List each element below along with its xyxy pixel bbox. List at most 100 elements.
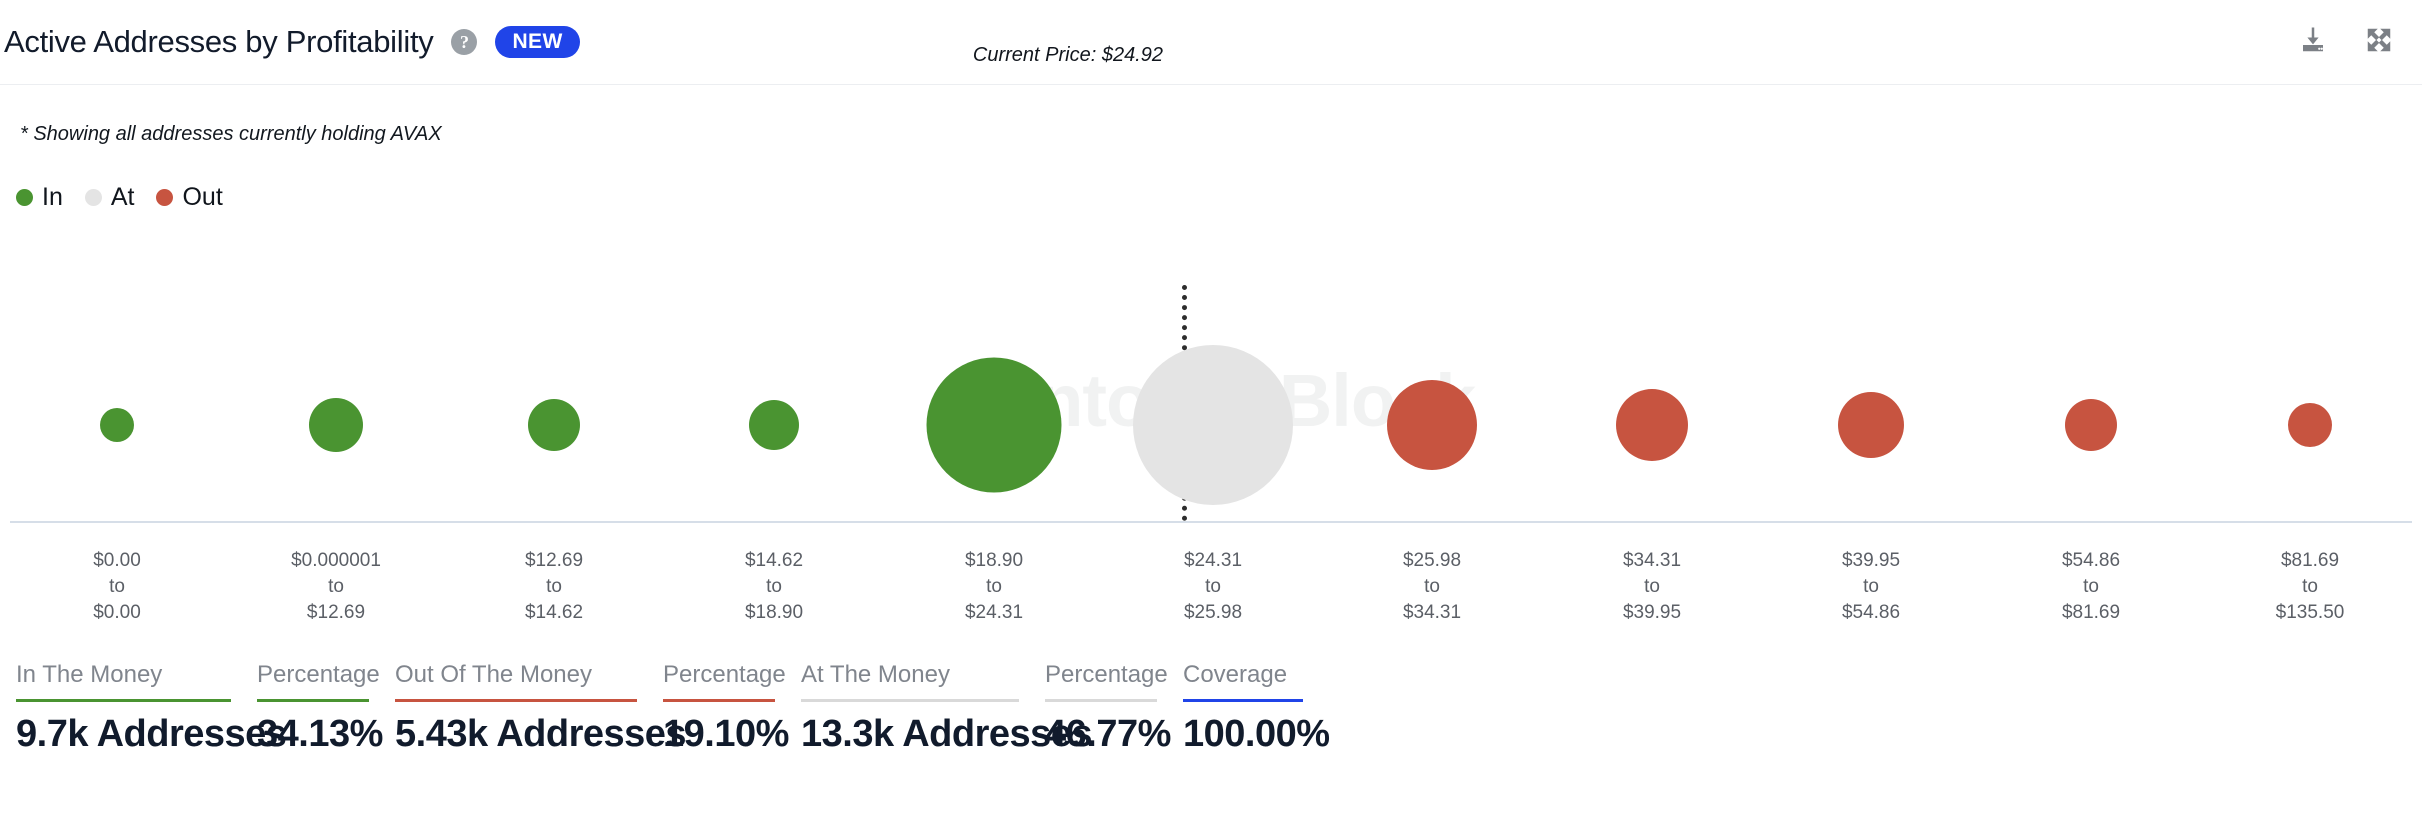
stat-underline [16,699,231,702]
stat-underline [1045,699,1157,702]
stat-underline [257,699,369,702]
x-tick-from: $0.000001 [291,548,381,574]
x-axis-tick-2: $12.69to$14.62 [525,548,583,625]
stat-label: Percentage [257,660,369,690]
stat-card-5: Percentage46.77% [1033,660,1171,756]
legend-item-out[interactable]: Out [156,185,222,210]
chart-legend: In At Out [16,185,245,210]
stat-card-4: At The Money 13.3k Addresses [789,660,1033,756]
x-tick-sep: to [1842,574,1900,600]
bubble-out-6[interactable] [1387,380,1477,470]
stat-underline [801,699,1019,702]
x-tick-sep: to [2062,574,2120,600]
x-tick-from: $39.95 [1842,548,1900,574]
x-tick-to: $39.95 [1623,600,1681,626]
stat-card-0: In The Money 9.7k Addresses [4,660,245,756]
x-axis-tick-10: $81.69to$135.50 [2276,548,2345,625]
x-tick-to: $81.69 [2062,600,2120,626]
stat-value: 34.13% [257,714,369,756]
chart-note: * Showing all addresses currently holdin… [20,123,442,146]
stat-value: 9.7k Addresses [16,714,231,756]
x-axis-tick-9: $54.86to$81.69 [2062,548,2120,625]
stat-label: Coverage [1183,660,1303,690]
x-tick-to: $135.50 [2276,600,2345,626]
bubble-out-10[interactable] [2288,403,2332,447]
x-tick-sep: to [2276,574,2345,600]
stat-card-2: Out Of The Money5.43k Addresses [383,660,651,756]
summary-stats: In The Money 9.7k Addresses Percentage 34.1… [0,660,2422,756]
x-tick-from: $0.00 [93,548,141,574]
x-tick-to: $24.31 [965,600,1023,626]
status-badge: NEW [495,26,579,58]
x-tick-sep: to [1184,574,1242,600]
stat-underline [395,699,637,702]
bubble-out-9[interactable] [2065,399,2117,451]
x-tick-to: $0.00 [93,600,141,626]
bubble-out-7[interactable] [1616,389,1688,461]
x-tick-from: $12.69 [525,548,583,574]
legend-dot-out [156,189,173,206]
x-axis-tick-8: $39.95to$54.86 [1842,548,1900,625]
legend-label-out: Out [182,185,222,210]
legend-dot-in [16,189,33,206]
x-tick-sep: to [291,574,381,600]
x-tick-from: $24.31 [1184,548,1242,574]
x-tick-from: $18.90 [965,548,1023,574]
x-tick-sep: to [1623,574,1681,600]
stat-label: Out Of The Money [395,660,637,690]
stat-card-3: Percentage 19.10% [651,660,789,756]
page-title: Active Addresses by Profitability [4,24,433,60]
stat-underline [1183,699,1303,702]
x-axis-labels: $0.00to$0.00$0.000001to$12.69$12.69to$14… [0,548,2422,616]
x-axis-tick-6: $25.98to$34.31 [1403,548,1461,625]
x-tick-to: $12.69 [291,600,381,626]
x-tick-from: $34.31 [1623,548,1681,574]
x-axis-line [10,521,2412,523]
panel-header: Active Addresses by Profitability ? NEW [0,0,2422,85]
x-tick-sep: to [965,574,1023,600]
bubble-at-5[interactable] [1133,345,1293,505]
legend-label-in: In [42,185,63,210]
x-tick-from: $54.86 [2062,548,2120,574]
x-axis-tick-1: $0.000001to$12.69 [291,548,381,625]
legend-dot-at [85,189,102,206]
download-icon[interactable] [2298,25,2328,60]
stat-underline [663,699,775,702]
x-tick-sep: to [93,574,141,600]
stat-value: 19.10% [663,714,775,756]
legend-item-at[interactable]: At [85,185,135,210]
stat-value: 100.00% [1183,714,1303,756]
bubble-in-4[interactable] [927,358,1062,493]
x-axis-tick-3: $14.62to$18.90 [745,548,803,625]
legend-label-at: At [111,185,135,210]
x-tick-to: $14.62 [525,600,583,626]
x-tick-from: $25.98 [1403,548,1461,574]
bubble-in-1[interactable] [309,398,363,452]
bubble-plot: IntoTheBlock Current Price: $24.92 [0,240,2422,540]
x-tick-from: $14.62 [745,548,803,574]
question-mark-icon[interactable]: ? [451,29,477,55]
x-tick-to: $25.98 [1184,600,1242,626]
x-tick-to: $34.31 [1403,600,1461,626]
stat-label: At The Money [801,660,1019,690]
current-price-label: Current Price: $24.92 [973,44,1163,67]
bubble-in-3[interactable] [749,400,799,450]
bubble-in-2[interactable] [528,399,580,451]
legend-item-in[interactable]: In [16,185,63,210]
x-tick-sep: to [745,574,803,600]
bubble-out-8[interactable] [1838,392,1904,458]
x-tick-to: $54.86 [1842,600,1900,626]
x-tick-to: $18.90 [745,600,803,626]
stat-card-6: Coverage 100.00% [1171,660,1317,756]
x-axis-tick-0: $0.00to$0.00 [93,548,141,625]
expand-icon[interactable] [2364,25,2394,60]
x-axis-tick-4: $18.90to$24.31 [965,548,1023,625]
stat-label: Percentage [663,660,775,690]
x-tick-from: $81.69 [2276,548,2345,574]
x-axis-tick-7: $34.31to$39.95 [1623,548,1681,625]
bubble-in-0[interactable] [100,408,134,442]
stat-value: 46.77% [1045,714,1157,756]
x-tick-sep: to [1403,574,1461,600]
stat-label: In The Money [16,660,231,690]
stat-value: 13.3k Addresses [801,714,1019,756]
